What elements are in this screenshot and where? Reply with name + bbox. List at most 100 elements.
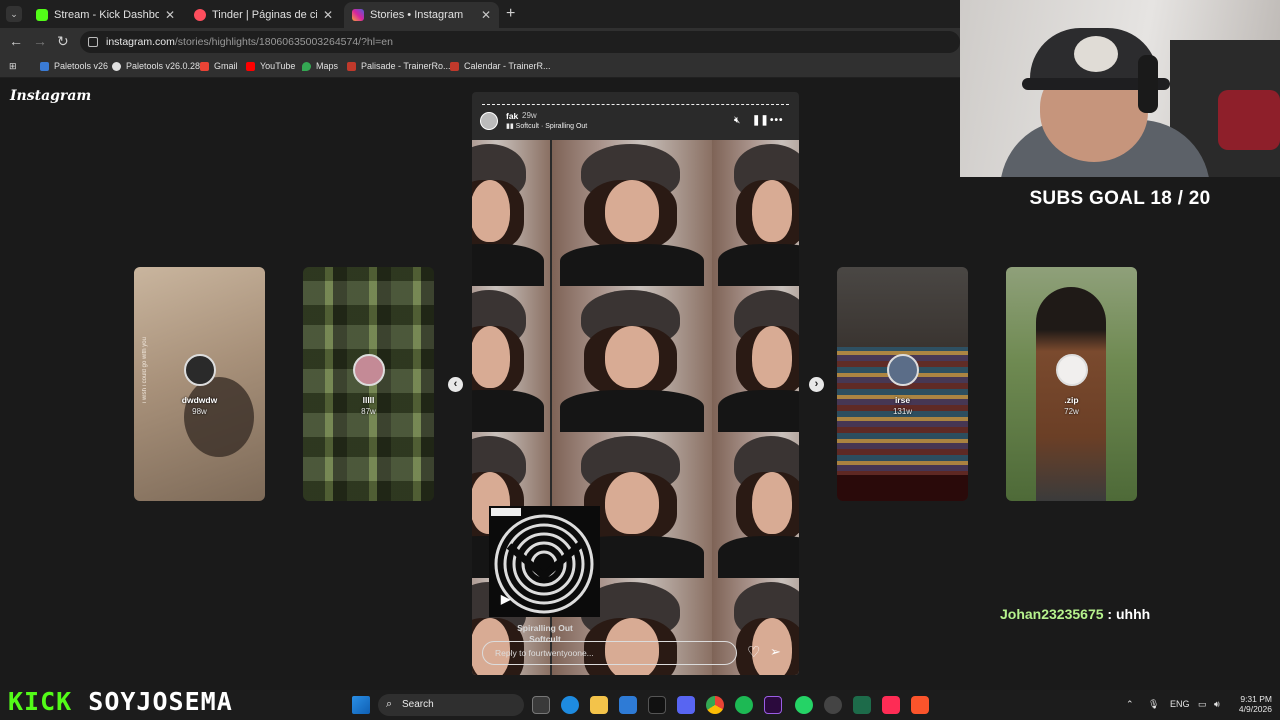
face-shape: [604, 472, 660, 534]
apps-grid-icon[interactable]: ⊞: [9, 61, 17, 72]
avatar[interactable]: [480, 112, 498, 130]
story-preview-floor: [837, 475, 968, 501]
taskbar-search[interactable]: ⌕ Search: [378, 694, 524, 716]
close-tab-icon[interactable]: ✕: [481, 8, 491, 22]
story-photo-tile: [712, 286, 799, 432]
bookmark-maps[interactable]: Maps: [302, 61, 338, 71]
story-username: irse: [894, 395, 911, 405]
side-story-zip[interactable]: .zip 72w: [1006, 267, 1137, 501]
clock[interactable]: 9:31 PM 4/9/2026: [1232, 694, 1272, 714]
discord-icon[interactable]: [677, 696, 695, 714]
previous-story-button[interactable]: ‹: [448, 377, 463, 392]
url-input[interactable]: instagram.com/stories/highlights/1806063…: [80, 31, 960, 53]
store-icon[interactable]: [619, 696, 637, 714]
subs-goal-label: SUBS GOAL 18 / 20: [1029, 188, 1211, 209]
language-indicator[interactable]: ENG: [1170, 699, 1190, 709]
premiere-icon[interactable]: [764, 696, 782, 714]
network-icon[interactable]: ▭: [1198, 699, 1207, 710]
play-pause-icon[interactable]: ▶︎: [501, 592, 510, 606]
obs-icon[interactable]: [824, 696, 842, 714]
tab-title: Stories • Instagram: [370, 9, 464, 21]
side-story-lllll[interactable]: lllll 87w: [303, 267, 434, 501]
main-story-viewer[interactable]: fak 29w ▮▮ Softcult · Spiralling Out 🔇︎ …: [472, 92, 799, 675]
brave-icon[interactable]: [911, 696, 929, 714]
new-tab-button[interactable]: +: [506, 5, 515, 23]
volume-icon[interactable]: 🔊︎: [1214, 699, 1220, 710]
bookmark-gmail[interactable]: Gmail: [200, 61, 238, 71]
trainerroad-icon: [450, 61, 459, 71]
tiktok-live-icon[interactable]: [882, 696, 900, 714]
windows-start-icon[interactable]: [352, 696, 370, 714]
bookmark-calendar[interactable]: Calendar - TrainerR...: [450, 61, 551, 71]
search-label: Search: [402, 699, 434, 710]
avatar: [887, 354, 919, 386]
reply-input[interactable]: [495, 648, 725, 658]
reload-icon[interactable]: ↻: [57, 33, 69, 50]
more-options-icon[interactable]: •••: [770, 115, 784, 126]
next-story-button[interactable]: ›: [809, 377, 824, 392]
edge-icon[interactable]: [561, 696, 579, 714]
tab-instagram[interactable]: Stories • Instagram ✕: [344, 2, 499, 28]
headset-icon: [1138, 55, 1158, 113]
microphone-icon[interactable]: 🎙︎: [1148, 699, 1159, 710]
tray-overflow-icon[interactable]: ⌃: [1126, 699, 1134, 710]
tab-tinder[interactable]: Tinder | Páginas de citas ✕: [186, 2, 341, 28]
story-age: 131w: [892, 407, 913, 416]
maps-icon: [302, 61, 311, 71]
file-explorer-icon[interactable]: [590, 696, 608, 714]
forward-icon[interactable]: →: [33, 33, 47, 49]
face-shape: [604, 180, 660, 242]
shirt-shape: [472, 244, 544, 286]
close-tab-icon[interactable]: ✕: [323, 8, 333, 22]
story-age: 72w: [1064, 407, 1079, 416]
story-photo-tile: [552, 286, 712, 432]
story-username[interactable]: fak: [506, 111, 518, 121]
reply-field[interactable]: [482, 641, 737, 665]
whatsapp-icon[interactable]: [795, 696, 813, 714]
back-icon[interactable]: ←: [9, 33, 23, 49]
tab-search-icon[interactable]: ⌄: [6, 6, 22, 22]
story-photo-tile: [472, 140, 550, 286]
app-icon[interactable]: [853, 696, 871, 714]
pause-icon[interactable]: ❚❚: [752, 115, 769, 126]
side-story-dwdwdw[interactable]: i wish i could go with you dwdwdw 98w: [134, 267, 265, 501]
close-tab-icon[interactable]: ✕: [165, 8, 175, 22]
chrome-icon[interactable]: [706, 696, 724, 714]
like-heart-icon[interactable]: ♡: [747, 643, 760, 661]
gmail-icon: [200, 61, 209, 71]
trainerroad-icon: [347, 61, 356, 71]
story-preview-image: [1036, 287, 1106, 501]
site-info-icon[interactable]: [88, 37, 98, 47]
music-sticker[interactable]: ▶︎: [489, 506, 600, 617]
stream-branding: KICK SOYJOSEMA: [8, 689, 233, 715]
mute-icon[interactable]: 🔇︎: [734, 115, 740, 126]
send-icon[interactable]: ➢: [770, 644, 781, 660]
tab-kick-dashboard[interactable]: Stream - Kick Dashboard ✕: [28, 2, 183, 28]
tiktok-icon[interactable]: [648, 696, 666, 714]
bookmark-paletools[interactable]: Paletools v26: [40, 61, 108, 71]
kick-icon: [36, 9, 48, 21]
search-icon: ⌕: [386, 698, 393, 710]
url-text[interactable]: instagram.com/stories/highlights/1806063…: [106, 36, 393, 48]
task-view-icon[interactable]: [532, 696, 550, 714]
bookmark-youtube[interactable]: YouTube: [246, 61, 295, 71]
bookmark-palisade[interactable]: Palisade - TrainerRo...: [347, 61, 451, 71]
story-caption: i wish i could go with you: [142, 337, 148, 404]
instagram-logo[interactable]: Instagram: [10, 88, 91, 104]
side-story-irse[interactable]: irse 131w: [837, 267, 968, 501]
story-music-label[interactable]: ▮▮ Softcult · Spiralling Out: [506, 122, 587, 130]
shirt-shape: [718, 244, 799, 286]
face-shape: [751, 180, 793, 242]
story-photo-tile: [472, 286, 550, 432]
cap-patch: [1074, 36, 1118, 72]
story-photo-tile: [552, 140, 712, 286]
spotify-icon[interactable]: [735, 696, 753, 714]
tab-title: Tinder | Páginas de citas: [212, 9, 317, 21]
paletools-icon: [40, 61, 49, 71]
music-bars-icon: ▮▮: [506, 123, 516, 130]
story-photo-tile: [712, 432, 799, 578]
youtube-icon: [246, 61, 255, 71]
bookmark-paletools-2[interactable]: Paletools v26.0.28: [112, 61, 200, 71]
story-photo-tile: [712, 140, 799, 286]
story-progress-bar: [482, 104, 789, 106]
